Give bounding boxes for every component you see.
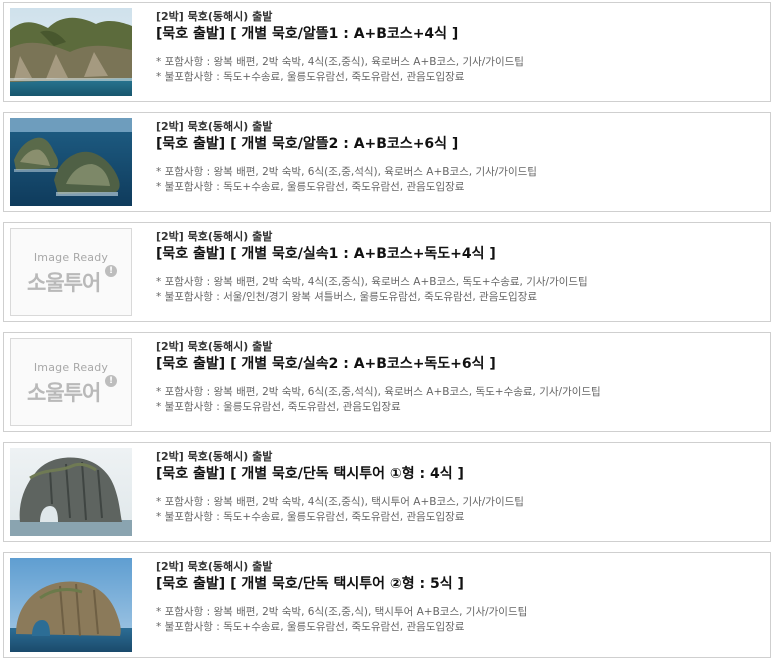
- excluded-items: * 불포함사항 : 독도+수송료, 울릉도유람선, 죽도유람선, 관음도입장료: [156, 181, 465, 193]
- tour-title-link[interactable]: [묵호 출발] [ 개별 묵호/알뜰2 : A+B코스+6식 ]: [156, 135, 756, 154]
- logo-badge-icon: !: [105, 265, 117, 277]
- tour-category: [2박] 묵호(동해시) 출발: [156, 450, 273, 463]
- excluded-items: * 불포함사항 : 독도+수송료, 울릉도유람선, 죽도유람선, 관음도입장료: [156, 511, 465, 523]
- elephant-rock-photo[interactable]: [10, 448, 132, 536]
- tour-card[interactable]: [2박] 묵호(동해시) 출발 [묵호 출발] [ 개별 묵호/단독 택시투어 …: [3, 552, 771, 658]
- image-placeholder[interactable]: Image Ready 소울투어 !: [10, 228, 132, 316]
- tour-category: [2박] 묵호(동해시) 출발: [156, 340, 273, 353]
- excluded-items: * 불포함사항 : 울릉도유람선, 죽도유람선, 관음도입장료: [156, 401, 401, 413]
- tour-title-link[interactable]: [묵호 출발] [ 개별 묵호/실속2 : A+B코스+독도+6식 ]: [156, 355, 756, 374]
- tour-category: [2박] 묵호(동해시) 출발: [156, 10, 273, 23]
- image-ready-text: Image Ready: [33, 361, 109, 374]
- included-items: * 포함사항 : 왕복 배편, 2박 숙박, 6식(조,중,석식), 육로버스 …: [156, 386, 601, 398]
- tour-title-link[interactable]: [묵호 출발] [ 개별 묵호/단독 택시투어 ②형 : 5식 ]: [156, 575, 756, 594]
- excluded-items: * 불포함사항 : 독도+수송료, 울릉도유람선, 죽도유람선, 관음도입장료: [156, 71, 465, 83]
- logo-badge-icon: !: [105, 375, 117, 387]
- included-items: * 포함사항 : 왕복 배편, 2박 숙박, 4식(조,중식), 육로버스 A+…: [156, 276, 588, 288]
- tour-info: [2박] 묵호(동해시) 출발 [묵호 출발] [ 개별 묵호/실속1 : A+…: [156, 230, 756, 305]
- excluded-items: * 불포함사항 : 서울/인천/경기 왕복 셔틀버스, 울릉도유람선, 죽도유람…: [156, 291, 538, 303]
- tour-info: [2박] 묵호(동해시) 출발 [묵호 출발] [ 개별 묵호/단독 택시투어 …: [156, 560, 756, 635]
- included-items: * 포함사항 : 왕복 배편, 2박 숙박, 6식(조,중,식), 택시투어 A…: [156, 606, 528, 618]
- tour-info: [2박] 묵호(동해시) 출발 [묵호 출발] [ 개별 묵호/알뜰2 : A+…: [156, 120, 756, 195]
- tour-product-list: [2박] 묵호(동해시) 출발 [묵호 출발] [ 개별 묵호/알뜰1 : A+…: [0, 0, 773, 666]
- tour-title-link[interactable]: [묵호 출발] [ 개별 묵호/실속1 : A+B코스+독도+4식 ]: [156, 245, 756, 264]
- soul-tour-logo: 소울투어: [27, 271, 101, 295]
- image-placeholder[interactable]: Image Ready 소울투어 !: [10, 338, 132, 426]
- elephant-rock-sea-photo[interactable]: [10, 558, 132, 652]
- tour-info: [2박] 묵호(동해시) 출발 [묵호 출발] [ 개별 묵호/실속2 : A+…: [156, 340, 756, 415]
- tour-card[interactable]: [2박] 묵호(동해시) 출발 [묵호 출발] [ 개별 묵호/알뜰2 : A+…: [3, 112, 771, 212]
- image-ready-text: Image Ready: [33, 251, 109, 264]
- tour-category: [2박] 묵호(동해시) 출발: [156, 120, 273, 133]
- tour-card[interactable]: [2박] 묵호(동해시) 출발 [묵호 출발] [ 개별 묵호/알뜰1 : A+…: [3, 2, 771, 102]
- excluded-items: * 불포함사항 : 독도+수송료, 울릉도유람선, 죽도유람선, 관음도입장료: [156, 621, 465, 633]
- included-items: * 포함사항 : 왕복 배편, 2박 숙박, 4식(조,중식), 육로버스 A+…: [156, 56, 524, 68]
- coastal-cliff-photo[interactable]: [10, 8, 132, 96]
- dokdo-islands-photo[interactable]: [10, 118, 132, 206]
- tour-title-link[interactable]: [묵호 출발] [ 개별 묵호/알뜰1 : A+B코스+4식 ]: [156, 25, 756, 44]
- included-items: * 포함사항 : 왕복 배편, 2박 숙박, 6식(조,중,석식), 육로버스 …: [156, 166, 537, 178]
- tour-category: [2박] 묵호(동해시) 출발: [156, 230, 273, 243]
- tour-title-link[interactable]: [묵호 출발] [ 개별 묵호/단독 택시투어 ①형 : 4식 ]: [156, 465, 756, 484]
- tour-info: [2박] 묵호(동해시) 출발 [묵호 출발] [ 개별 묵호/단독 택시투어 …: [156, 450, 756, 525]
- tour-card[interactable]: Image Ready 소울투어 ! [2박] 묵호(동해시) 출발 [묵호 출…: [3, 332, 771, 432]
- tour-card[interactable]: Image Ready 소울투어 ! [2박] 묵호(동해시) 출발 [묵호 출…: [3, 222, 771, 322]
- soul-tour-logo: 소울투어: [27, 381, 101, 405]
- tour-card[interactable]: [2박] 묵호(동해시) 출발 [묵호 출발] [ 개별 묵호/단독 택시투어 …: [3, 442, 771, 542]
- included-items: * 포함사항 : 왕복 배편, 2박 숙박, 4식(조,중식), 택시투어 A+…: [156, 496, 524, 508]
- tour-info: [2박] 묵호(동해시) 출발 [묵호 출발] [ 개별 묵호/알뜰1 : A+…: [156, 10, 756, 85]
- tour-category: [2박] 묵호(동해시) 출발: [156, 560, 273, 573]
